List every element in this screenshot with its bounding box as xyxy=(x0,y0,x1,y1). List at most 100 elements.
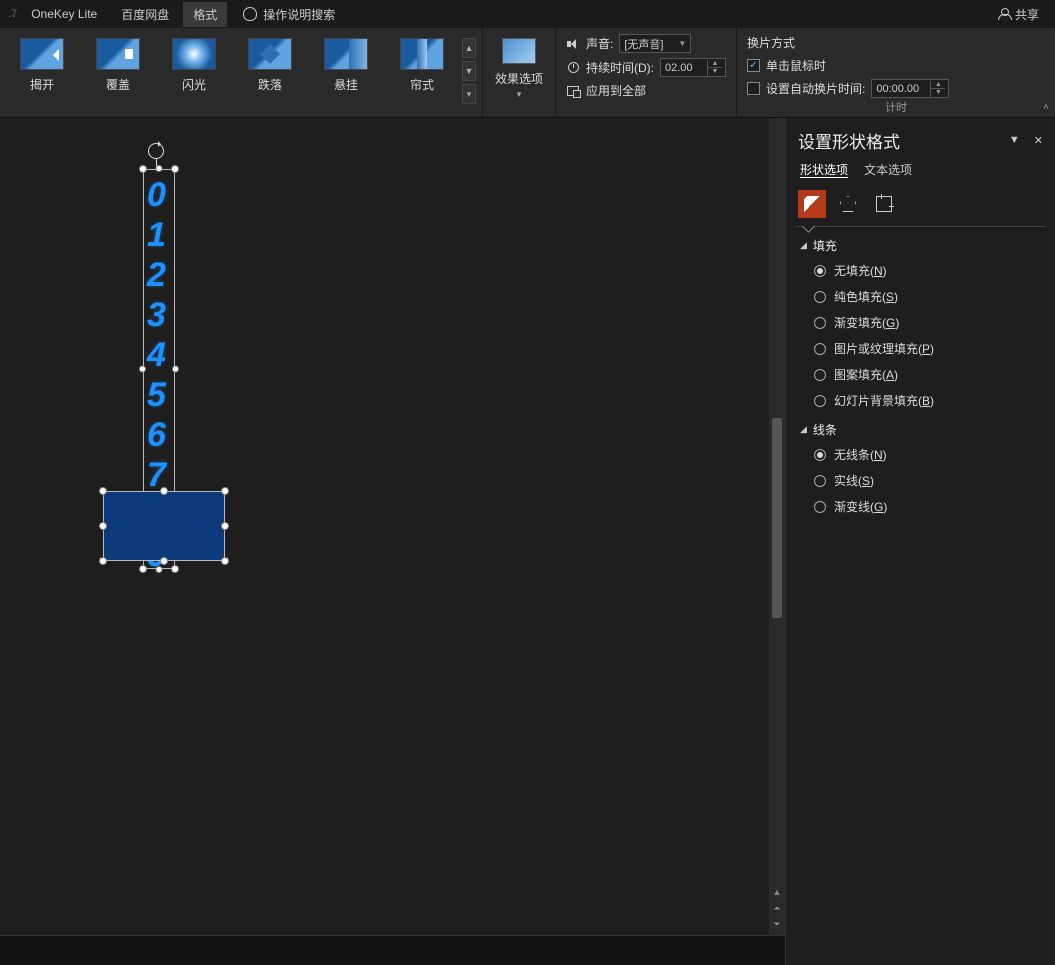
transition-fall[interactable]: 跌落 xyxy=(232,34,308,97)
apply-all-button[interactable]: 应用到全部 xyxy=(566,82,726,99)
menu-baidu[interactable]: 百度网盘 xyxy=(111,2,179,27)
resize-handle[interactable] xyxy=(99,557,107,565)
duration-spinner[interactable]: ▲▼ xyxy=(660,58,726,77)
effects-category-button[interactable] xyxy=(834,190,862,218)
fill-options: 无填充(N) 纯色填充(S) 渐变填充(G) 图片或纹理填充(P) 图案填充(A) 幻灯片… xyxy=(800,262,1041,409)
resize-handle[interactable] xyxy=(221,522,229,530)
line-option-1[interactable]: 实线(S) xyxy=(814,472,1041,489)
close-pane-button[interactable]: ✕ xyxy=(1034,134,1043,147)
menu-format[interactable]: 格式 xyxy=(183,2,227,27)
auto-advance-input[interactable] xyxy=(872,83,930,95)
pane-divider xyxy=(796,226,1045,227)
checkbox-icon: ✓ xyxy=(747,59,760,72)
gallery-more-button[interactable]: ▾ xyxy=(462,84,476,104)
prev-slide-button[interactable]: ⏶ xyxy=(770,901,784,915)
radio-icon xyxy=(814,291,826,303)
notes-strip[interactable] xyxy=(0,935,785,965)
transition-drape[interactable]: 悬挂 xyxy=(308,34,384,97)
radio-icon xyxy=(814,265,826,277)
on-click-checkbox-row[interactable]: ✓ 单击鼠标时 xyxy=(747,57,1045,74)
scroll-up-button[interactable]: ▲ xyxy=(770,885,784,899)
resize-handle[interactable] xyxy=(160,487,168,495)
line-option-2[interactable]: 渐变线(G) xyxy=(814,498,1041,515)
resize-handle[interactable] xyxy=(156,566,163,573)
duration-input[interactable] xyxy=(661,62,707,74)
search-placeholder: 操作说明搜索 xyxy=(263,6,335,23)
spin-up[interactable]: ▲ xyxy=(931,81,945,89)
on-click-label: 单击鼠标时 xyxy=(766,57,826,74)
spin-down[interactable]: ▼ xyxy=(708,68,722,76)
resize-handle[interactable] xyxy=(221,487,229,495)
spin-up[interactable]: ▲ xyxy=(708,60,722,68)
resize-handle[interactable] xyxy=(172,366,179,373)
vertical-scrollbar[interactable]: ▲ ⏶ ⏷ xyxy=(769,118,785,935)
speaker-icon xyxy=(566,37,580,51)
fill-option-4[interactable]: 图案填充(A) xyxy=(814,366,1041,383)
fill-option-1[interactable]: 纯色填充(S) xyxy=(814,288,1041,305)
sound-row: 声音: [无声音] ▼ xyxy=(566,34,726,53)
resize-handle[interactable] xyxy=(171,165,179,173)
spinner-buttons: ▲▼ xyxy=(930,81,945,97)
transition-label: 悬挂 xyxy=(334,76,358,93)
resize-handle[interactable] xyxy=(156,165,163,172)
transition-flash[interactable]: 闪光 xyxy=(156,34,232,97)
slide-canvas[interactable]: 0 1 2 3 4 5 6 7 8 9 xyxy=(0,118,785,935)
fill-option-0[interactable]: 无填充(N) xyxy=(814,262,1041,279)
advance-title: 换片方式 xyxy=(747,34,1045,51)
gallery-down-button[interactable]: ▼ xyxy=(462,61,476,81)
paint-bucket-icon xyxy=(804,196,820,212)
effect-options-button[interactable]: 效果选项 ▾ xyxy=(487,34,551,104)
resize-handle[interactable] xyxy=(139,565,147,573)
resize-handle[interactable] xyxy=(139,165,147,173)
rotate-handle[interactable] xyxy=(148,143,164,159)
transition-thumb-icon xyxy=(248,38,292,70)
resize-handle[interactable] xyxy=(171,565,179,573)
pane-controls: ▼ ✕ xyxy=(1009,134,1043,147)
clock-icon xyxy=(566,61,580,75)
chevron-down-icon: ▼ xyxy=(678,39,686,48)
resize-handle[interactable] xyxy=(139,366,146,373)
spin-down[interactable]: ▼ xyxy=(931,89,945,97)
pane-category-icons xyxy=(786,186,1055,226)
pane-options-button[interactable]: ▼ xyxy=(1009,134,1020,147)
option-label: 渐变线(G) xyxy=(834,498,887,515)
tab-shape-options[interactable]: 形状选项 xyxy=(800,161,848,178)
line-section-header[interactable]: ◢ 线条 xyxy=(800,421,1041,438)
option-label: 图片或纹理填充(P) xyxy=(834,340,934,357)
radio-icon xyxy=(814,449,826,461)
menu-onekey[interactable]: OneKey Lite xyxy=(21,3,107,25)
resize-handle[interactable] xyxy=(99,522,107,530)
resize-handle[interactable] xyxy=(221,557,229,565)
size-category-button[interactable] xyxy=(870,190,898,218)
fill-option-3[interactable]: 图片或纹理填充(P) xyxy=(814,340,1041,357)
fill-section-header[interactable]: ◢ 填充 xyxy=(800,237,1041,254)
line-option-0[interactable]: 无线条(N) xyxy=(814,446,1041,463)
auto-advance-row[interactable]: ✓ 设置自动换片时间: ▲▼ xyxy=(747,79,1045,98)
fill-line-category-button[interactable] xyxy=(798,190,826,218)
scrollbar-thumb[interactable] xyxy=(772,418,782,618)
auto-advance-spinner[interactable]: ▲▼ xyxy=(871,79,949,98)
tab-text-options[interactable]: 文本选项 xyxy=(864,161,912,178)
tell-me-search[interactable]: 操作说明搜索 xyxy=(243,6,335,23)
auto-advance-label: 设置自动换片时间: xyxy=(766,80,865,97)
sound-dropdown[interactable]: [无声音] ▼ xyxy=(619,34,691,53)
gallery-up-button[interactable]: ▲ xyxy=(462,38,476,58)
resize-handle[interactable] xyxy=(99,487,107,495)
next-slide-button[interactable]: ⏷ xyxy=(770,917,784,931)
effect-thumb-icon xyxy=(502,38,536,64)
transition-thumb-icon xyxy=(324,38,368,70)
resize-handle[interactable] xyxy=(160,557,168,565)
selected-shape[interactable]: 0 1 2 3 4 5 6 7 8 9 xyxy=(145,171,168,579)
fill-option-5[interactable]: 幻灯片背景填充(B) xyxy=(814,392,1041,409)
radio-icon xyxy=(814,317,826,329)
fill-option-2[interactable]: 渐变填充(G) xyxy=(814,314,1041,331)
transition-thumb-icon xyxy=(172,38,216,70)
transition-uncover[interactable]: 揭开 xyxy=(4,34,80,97)
radio-icon xyxy=(814,475,826,487)
radio-icon xyxy=(814,369,826,381)
transition-cover[interactable]: 覆盖 xyxy=(80,34,156,97)
transition-curtain[interactable]: 帘式 xyxy=(384,34,460,97)
blue-rectangle-shape[interactable] xyxy=(103,491,225,561)
collapse-ribbon-button[interactable]: ˄ xyxy=(1043,102,1049,113)
share-button[interactable]: 共享 xyxy=(990,3,1047,26)
